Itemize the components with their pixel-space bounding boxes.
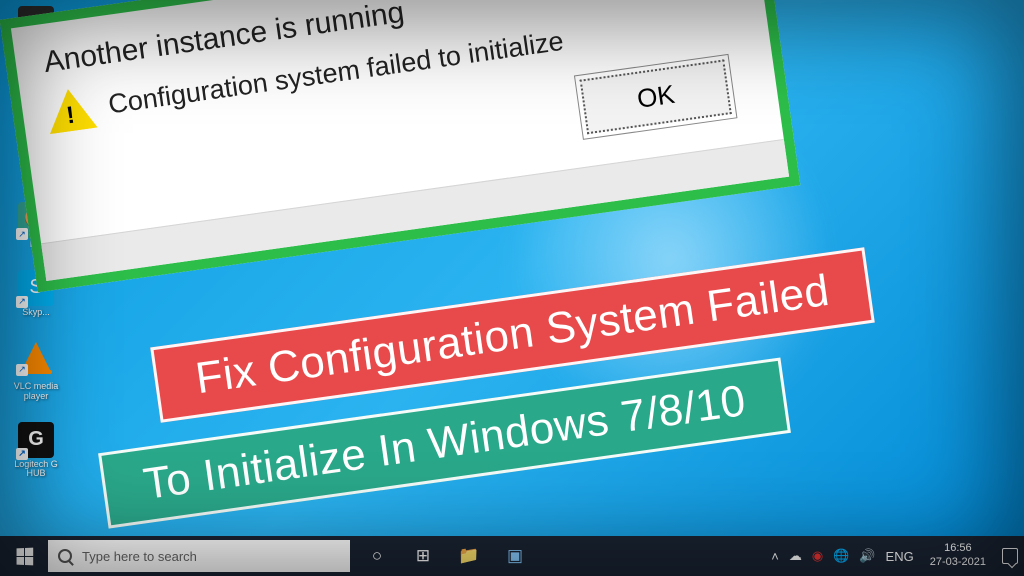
icon-label: Skyp... bbox=[22, 308, 50, 318]
taskbar-pinned: ○ ⊞ 📁 ▣ bbox=[354, 536, 538, 576]
vlc-icon: ↗ bbox=[18, 338, 54, 374]
system-tray: ˄ ☁ ◉ 🌐 🔊 ENG 16:56 27-03-2021 bbox=[771, 536, 1024, 576]
network-icon[interactable]: 🌐 bbox=[833, 548, 849, 564]
action-center-icon[interactable] bbox=[1002, 548, 1018, 564]
search-box[interactable]: Type here to search bbox=[48, 540, 350, 572]
onedrive-icon[interactable]: ☁ bbox=[789, 548, 802, 564]
chevron-up-icon[interactable]: ˄ bbox=[771, 549, 779, 564]
explorer-icon[interactable]: 📁 bbox=[446, 536, 492, 576]
start-button[interactable] bbox=[0, 536, 48, 576]
date-text: 27-03-2021 bbox=[930, 556, 986, 570]
task-view-icon[interactable]: ⊞ bbox=[400, 536, 446, 576]
icon-label: Logitech G HUB bbox=[6, 460, 66, 480]
desktop-icon-vlc[interactable]: ↗ VLC media player bbox=[6, 338, 66, 402]
taskbar: Type here to search ○ ⊞ 📁 ▣ ˄ ☁ ◉ 🌐 🔊 EN… bbox=[0, 536, 1024, 576]
windows-logo-icon bbox=[16, 547, 33, 565]
logitech-icon: G↗ bbox=[18, 422, 54, 458]
app-icon[interactable]: ▣ bbox=[492, 536, 538, 576]
search-icon bbox=[58, 549, 72, 563]
clock[interactable]: 16:56 27-03-2021 bbox=[924, 542, 992, 570]
ok-button[interactable]: OK bbox=[580, 59, 732, 134]
cortana-icon[interactable]: ○ bbox=[354, 536, 400, 576]
volume-icon[interactable]: 🔊 bbox=[859, 548, 875, 564]
app-tray-icon[interactable]: ◉ bbox=[812, 548, 823, 564]
icon-label: VLC media player bbox=[6, 382, 66, 402]
search-placeholder: Type here to search bbox=[82, 549, 197, 564]
desktop-icon-logitech[interactable]: G↗ Logitech G HUB bbox=[6, 422, 66, 480]
time-text: 16:56 bbox=[930, 542, 986, 556]
warning-icon bbox=[44, 86, 97, 134]
language-indicator[interactable]: ENG bbox=[886, 549, 914, 564]
